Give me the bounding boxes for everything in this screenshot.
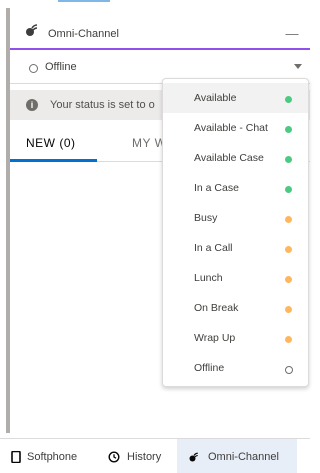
clock-icon [108,451,120,463]
status-option-label: Available - Chat [194,122,268,134]
utility-omni-channel-button[interactable]: Omni-Channel [177,439,297,473]
utility-bar: Softphone History Omni-Channel [0,438,310,473]
top-strip [0,0,310,8]
status-circle-icon [29,64,38,73]
status-option[interactable]: On Break [163,293,308,323]
panel-header: Omni-Channel — [10,16,310,50]
minimize-button[interactable]: — [282,26,302,44]
softphone-label: Softphone [27,451,78,463]
utility-bar-frame: Omni-Channel — Offline i Your status is … [0,0,310,473]
status-dot-icon [285,216,292,223]
status-dot-icon [285,336,292,343]
history-label: History [127,451,162,463]
status-option-label: Busy [194,212,218,224]
status-option[interactable]: Lunch [163,263,308,293]
status-option-label: Wrap Up [194,332,236,344]
status-option[interactable]: Available - Chat [163,113,308,143]
status-option-label: Lunch [194,272,223,284]
status-dot-icon [285,276,292,283]
utility-history-button[interactable]: History [98,439,174,473]
status-option-label: Offline [194,362,225,374]
status-option[interactable]: Offline [163,353,308,383]
active-tab-underline [10,159,97,162]
status-option[interactable]: In a Case [163,173,308,203]
status-option-label: On Break [194,302,239,314]
info-icon: i [26,99,38,111]
panel-title: Omni-Channel [48,28,119,40]
tab-new[interactable]: NEW (0) [26,136,76,150]
status-dot-icon [285,366,293,374]
status-dropdown-menu: Available Available - Chat Available Cas… [162,78,309,387]
status-dot-icon [285,306,292,313]
phone-icon [11,451,21,463]
utility-softphone-button[interactable]: Softphone [0,439,92,473]
status-option[interactable]: In a Call [163,233,308,263]
status-dot-icon [285,96,292,103]
status-option[interactable]: Available Case [163,143,308,173]
status-label: Offline [45,61,77,73]
status-dot-icon [285,246,292,253]
top-link-underline [58,0,110,2]
status-option[interactable]: Wrap Up [163,323,308,353]
omni-channel-icon [189,452,198,462]
status-option[interactable]: Busy [163,203,308,233]
status-option-label: Available [194,92,237,104]
status-dot-icon [285,126,292,133]
status-dot-icon [285,156,292,163]
status-option[interactable]: Available [163,83,308,113]
status-option-label: In a Call [194,242,233,254]
omni-channel-icon [26,24,38,36]
omni-channel-label: Omni-Channel [208,451,279,463]
status-option-label: In a Case [194,182,239,194]
chevron-down-icon[interactable] [294,64,302,69]
notice-text: Your status is set to o [50,99,155,111]
status-option-label: Available Case [194,152,264,164]
status-dot-icon [285,186,292,193]
